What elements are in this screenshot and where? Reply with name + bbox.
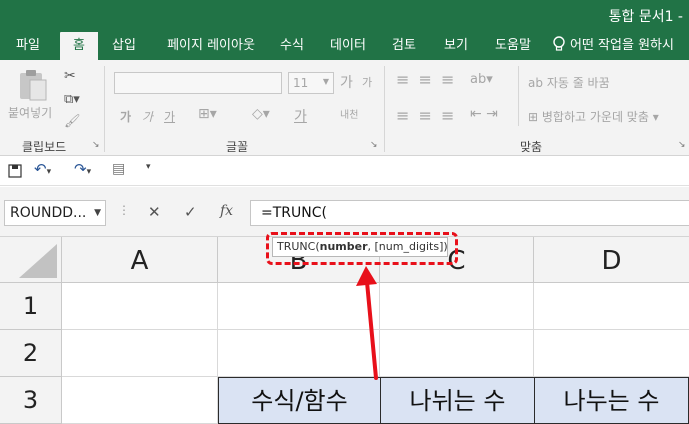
column-header-d[interactable]: D [534,237,689,283]
row-header-2[interactable]: 2 [0,330,62,377]
save-icon[interactable] [8,164,22,178]
window-title: 통합 문서1 - [608,9,683,25]
tab-help[interactable]: 도움말 [486,32,540,60]
font-launcher-icon[interactable]: ↘ [370,140,378,150]
bold-button[interactable]: 가 [120,108,131,125]
formula-bar: ROUNDD... ▼ ⋮ ✕ ✓ fx =TRUNC( [0,187,689,237]
orientation-icon[interactable]: ab▾ [470,72,493,87]
separator [518,66,519,126]
annotation-arrow [356,266,378,380]
enter-button[interactable]: ✓ [184,203,197,221]
align-horizontal-icons[interactable]: ≡ ≡ ≡ [396,106,456,125]
align-top-icons[interactable]: ≡ ≡ ≡ [396,70,456,89]
cancel-button[interactable]: ✕ [148,203,161,221]
fill-color-icon[interactable]: ◇▾ [252,106,270,122]
tab-page-layout[interactable]: 페이지 레이아웃 [152,32,270,60]
underline-button[interactable]: 가 [164,108,175,125]
cell-a3[interactable] [62,377,218,424]
cell-d3[interactable]: 나누는 수 [534,377,689,424]
tab-insert[interactable]: 삽입 [104,32,144,60]
cell-a2[interactable] [62,330,218,377]
lightbulb-icon [553,36,565,51]
worksheet-grid: A B C D 1 2 3 수식/함수 나뉘는 수 나누는 수 [0,237,689,424]
chevron-down-icon: ▼ [94,208,101,218]
tab-review[interactable]: 검토 [384,32,424,60]
more-icon: ⋮ [118,203,130,217]
ribbon: 붙여넣기 ✂ ⧉▾ 🖌 클립보드 ↘ 11 ▼ 가 가 가 가 가 ⊞▾ ◇▾ … [0,60,689,156]
cell-c1[interactable] [380,283,534,330]
clipboard-group-label: 클립보드 [22,140,67,154]
title-bar: 통합 문서1 - [0,0,689,32]
font-size-box[interactable]: 11 ▼ [288,72,334,94]
column-header-a[interactable]: A [62,237,218,283]
font-size-value: 11 [293,76,309,90]
wrap-text-icon: ab [528,76,543,90]
format-painter-icon[interactable]: 🖌 [64,114,81,129]
paste-icon [20,70,47,101]
cell-d1[interactable] [534,283,689,330]
chevron-down-icon: ▼ [322,77,329,86]
wrap-text-button[interactable]: ab 자동 줄 바꿈 [528,74,610,91]
cut-icon[interactable]: ✂ [64,68,76,84]
cell-c3[interactable]: 나뉘는 수 [380,377,535,424]
separator [104,66,105,152]
annotation-dashed-box [266,232,458,265]
tab-view[interactable]: 보기 [436,32,476,60]
undo-icon[interactable]: ↶▾ [34,160,51,178]
cell-d2[interactable] [534,330,689,377]
row-header-1[interactable]: 1 [0,283,62,330]
tab-formulas[interactable]: 수식 [272,32,312,60]
paste-label: 붙여넣기 [8,106,53,120]
font-name-box[interactable] [114,72,282,94]
tab-file[interactable]: 파일 [6,32,50,60]
tab-home[interactable]: 홈 [60,32,98,60]
italic-button[interactable]: 가 [142,108,153,125]
quick-access-toolbar: ↶▾ ↷▾ ▤ ▾ [0,156,689,186]
row-header-3[interactable]: 3 [0,377,62,424]
wrap-text-label: 자동 줄 바꿈 [546,76,610,90]
redo-icon[interactable]: ↷▾ [74,160,91,178]
merge-icon: ⊞ [528,110,539,124]
cell-b3[interactable]: 수식/함수 [218,377,381,424]
select-all-corner[interactable] [0,237,62,283]
indent-icons[interactable]: ⇤ ⇥ [470,106,498,122]
copy-icon[interactable]: ⧉▾ [64,92,80,107]
tab-data[interactable]: 데이터 [322,32,374,60]
separator [384,66,385,152]
clipboard-launcher-icon[interactable]: ↘ [92,140,100,150]
font-group-label: 글꼴 [226,140,249,154]
cell-a1[interactable] [62,283,218,330]
shrink-font-button[interactable]: 가 [362,74,372,90]
customize-qat-icon[interactable]: ▾ [146,162,151,172]
alignment-launcher-icon[interactable]: ↘ [678,140,686,150]
tell-me-box[interactable]: 어떤 작업을 원하시 [552,32,689,60]
paste-button[interactable]: 붙여넣기 [8,66,56,126]
cell-c2[interactable] [380,330,534,377]
alignment-group-label: 맞춤 [520,140,543,154]
insert-function-button[interactable]: fx [220,203,233,219]
tell-me-text: 어떤 작업을 원하시 [570,38,674,53]
merge-center-button[interactable]: ⊞ 병합하고 가운데 맞춤 ▾ [528,108,659,125]
borders-icon[interactable]: ⊞▾ [198,106,217,122]
font-color-button[interactable]: 가 [294,106,307,126]
form-icon[interactable]: ▤ [112,161,125,177]
grow-font-button[interactable]: 가 [340,72,353,92]
name-box[interactable]: ROUNDD... ▼ [4,200,106,226]
name-box-value: ROUNDD... [10,205,87,221]
merge-center-label: 병합하고 가운데 맞춤 [541,110,649,124]
formula-input[interactable]: =TRUNC( [250,200,689,226]
ribbon-tabs: 파일 홈 삽입 페이지 레이아웃 수식 데이터 검토 보기 도움말 어떤 작업을… [0,32,689,60]
phonetic-button[interactable]: 내천 [340,106,358,121]
